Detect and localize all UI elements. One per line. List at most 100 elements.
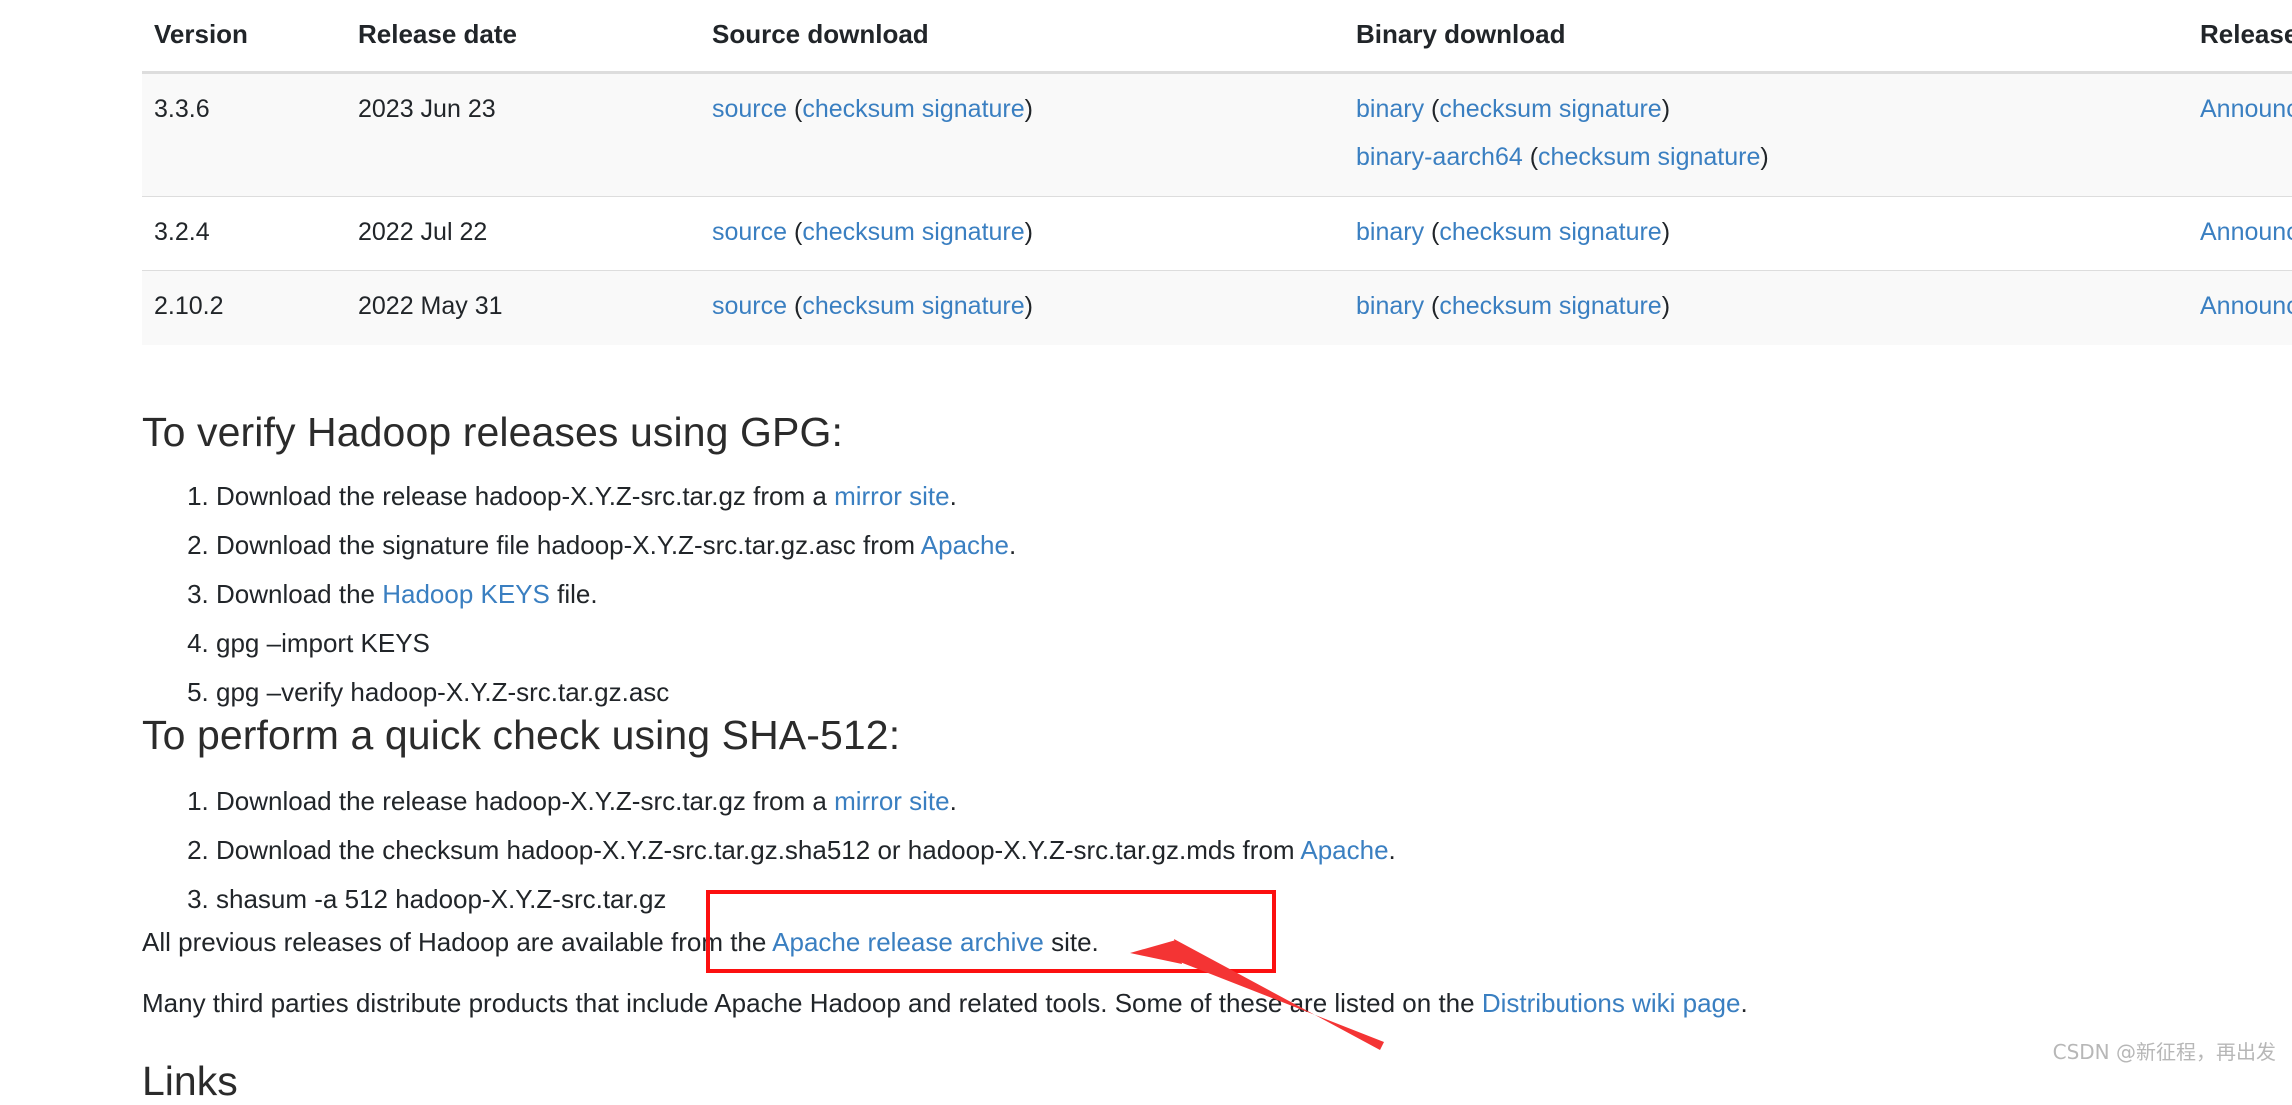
sha-step-item: shasum -a 512 hadoop-X.Y.Z-src.tar.gz [216, 881, 2016, 919]
download-line: source (checksum signature) [712, 215, 1332, 251]
cell-source-download: source (checksum signature) [700, 195, 1344, 271]
paren-close: ) [1661, 217, 1671, 246]
csdn-watermark: CSDN @新征程，再出发 [2052, 1040, 2276, 1064]
column-header-binary-download: Binary download [1344, 0, 2188, 74]
column-header-release-date: Release date [346, 0, 700, 74]
cell-binary-download: binary (checksum signature) binary-aarch6… [1344, 71, 2188, 197]
checksum-signature-link[interactable]: checksum signature [802, 95, 1024, 123]
checksum-signature-link[interactable]: checksum signature [1439, 95, 1661, 123]
step-text-pre: Download the [216, 578, 383, 609]
third-party-paragraph: Many third parties distribute products t… [142, 985, 1748, 1023]
announcement-link[interactable]: Announcement [2200, 95, 2292, 123]
releases-table: Version Release date Source download Bin… [142, 0, 2292, 345]
cell-release-date: 2023 Jun 23 [346, 71, 700, 197]
gpg-steps-list: Download the release hadoop-X.Y.Z-src.ta… [160, 478, 1816, 723]
table-row: 2.10.2 2022 May 31 source (checksum signat… [142, 270, 2292, 345]
announcement-link[interactable]: Announcement [2200, 218, 2292, 246]
paren-close: ) [1661, 292, 1671, 321]
step-text-pre: gpg –import KEYS [216, 627, 430, 658]
gpg-step-item: Download the Hadoop KEYS file. [216, 576, 1816, 614]
paren-open: ( [787, 217, 803, 246]
download-line: source (checksum signature) [712, 289, 1332, 325]
page-content: Version Release date Source download Bin… [0, 0, 2292, 1104]
paren-open: ( [787, 292, 803, 321]
links-heading-clipped: Links [142, 1058, 238, 1104]
gpg-section-heading: To verify Hadoop releases using GPG: [142, 409, 843, 455]
gpg-step-item: Download the release hadoop-X.Y.Z-src.ta… [216, 478, 1816, 516]
paragraph-text-post: site. [1043, 927, 1099, 957]
cell-release-notes: Announcement [2188, 195, 2292, 271]
step-text-pre: Download the signature file hadoop-X.Y.Z… [216, 529, 921, 560]
cell-release-date: 2022 Jul 22 [346, 195, 700, 271]
cell-release-notes: Announcement [2188, 270, 2292, 345]
sha-section-heading: To perform a quick check using SHA-512: [142, 712, 901, 758]
archive-paragraph: All previous releases of Hadoop are avai… [142, 924, 1099, 962]
download-line: source (checksum signature) [712, 92, 1332, 128]
cell-version: 3.2.4 [142, 195, 346, 271]
step-text-post: . [1388, 834, 1396, 865]
step-text-pre: shasum -a 512 hadoop-X.Y.Z-src.tar.gz [216, 883, 667, 914]
paren-close: ) [1661, 94, 1671, 123]
column-header-source-download: Source download [700, 0, 1344, 74]
paren-open: ( [1424, 292, 1440, 321]
step-text-post: file. [549, 578, 598, 609]
gpg-step-item: gpg –verify hadoop-X.Y.Z-src.tar.gz.asc [216, 674, 1816, 712]
step-text-post: . [949, 481, 957, 511]
binary-download-link[interactable]: binary [1356, 292, 1424, 320]
table-header: Version Release date Source download Bin… [142, 0, 2292, 74]
step-text-pre: Download the release hadoop-X.Y.Z-src.ta… [216, 786, 835, 816]
gpg-step-item: gpg –import KEYS [216, 625, 1816, 663]
paren-close: ) [1760, 143, 1769, 172]
cell-source-download: source (checksum signature) [700, 71, 1344, 197]
source-download-link[interactable]: source [712, 95, 787, 123]
checksum-signature-link[interactable]: checksum signature [1538, 143, 1760, 171]
apache-release-archive-link[interactable]: Apache release archive [772, 927, 1044, 957]
binary-download-link[interactable]: binary [1356, 95, 1424, 123]
cell-release-date: 2022 May 31 [346, 270, 700, 345]
cell-source-download: source (checksum signature) [700, 270, 1344, 345]
announcement-link[interactable]: Announcement [2200, 292, 2292, 320]
cell-version: 2.10.2 [142, 270, 346, 345]
download-line: binary (checksum signature) [1356, 92, 2176, 128]
source-download-link[interactable]: source [712, 218, 787, 246]
cell-binary-download: binary (checksum signature) [1344, 270, 2188, 345]
download-line: binary (checksum signature) [1356, 215, 2176, 251]
source-download-link[interactable]: source [712, 292, 787, 320]
checksum-signature-link[interactable]: checksum signature [1439, 292, 1661, 320]
sha-steps-list: Download the release hadoop-X.Y.Z-src.ta… [160, 783, 2016, 930]
table-body: 3.3.6 2023 Jun 23 source (checksum signatu… [142, 71, 2292, 345]
sha-step-link[interactable]: Apache [1300, 835, 1388, 865]
cell-version: 3.3.6 [142, 71, 346, 197]
paren-close: ) [1024, 217, 1033, 246]
gpg-step-link[interactable]: Hadoop KEYS [382, 579, 550, 609]
sha-step-item: Download the release hadoop-X.Y.Z-src.ta… [216, 783, 2016, 821]
paren-open: ( [1424, 217, 1440, 246]
step-text-pre: Download the checksum hadoop-X.Y.Z-src.t… [216, 834, 1301, 865]
distributions-wiki-page-link[interactable]: Distributions wiki page [1482, 988, 1741, 1018]
download-line: binary (checksum signature) [1356, 289, 2176, 325]
step-text-pre: Download the release hadoop-X.Y.Z-src.ta… [216, 481, 835, 511]
sha-step-item: Download the checksum hadoop-X.Y.Z-src.t… [216, 832, 2016, 870]
table-header-row: Version Release date Source download Bin… [142, 0, 2292, 74]
binary-download-link[interactable]: binary-aarch64 [1356, 143, 1523, 171]
gpg-step-link[interactable]: mirror site [834, 481, 950, 511]
paragraph-text-pre: All previous releases of Hadoop are avai… [142, 927, 773, 957]
binary-download-link[interactable]: binary [1356, 218, 1424, 246]
step-text-post: . [949, 786, 957, 816]
column-header-version: Version [142, 0, 346, 74]
paren-open: ( [787, 94, 803, 123]
paragraph-text-pre: Many third parties distribute products t… [142, 988, 1482, 1018]
paren-close: ) [1024, 292, 1033, 321]
releases-table-wrapper: Version Release date Source download Bin… [142, 0, 2292, 345]
gpg-step-link[interactable]: Apache [921, 530, 1009, 560]
step-text-pre: gpg –verify hadoop-X.Y.Z-src.tar.gz.asc [216, 676, 670, 707]
checksum-signature-link[interactable]: checksum signature [802, 218, 1024, 246]
sha-step-link[interactable]: mirror site [834, 786, 950, 816]
checksum-signature-link[interactable]: checksum signature [802, 292, 1024, 320]
table-row: 3.2.4 2022 Jul 22 source (checksum signatu… [142, 195, 2292, 271]
table-row: 3.3.6 2023 Jun 23 source (checksum signatu… [142, 71, 2292, 197]
paragraph-text-post: . [1740, 988, 1748, 1018]
checksum-signature-link[interactable]: checksum signature [1439, 218, 1661, 246]
step-text-post: . [1008, 529, 1017, 560]
paren-close: ) [1024, 94, 1033, 123]
